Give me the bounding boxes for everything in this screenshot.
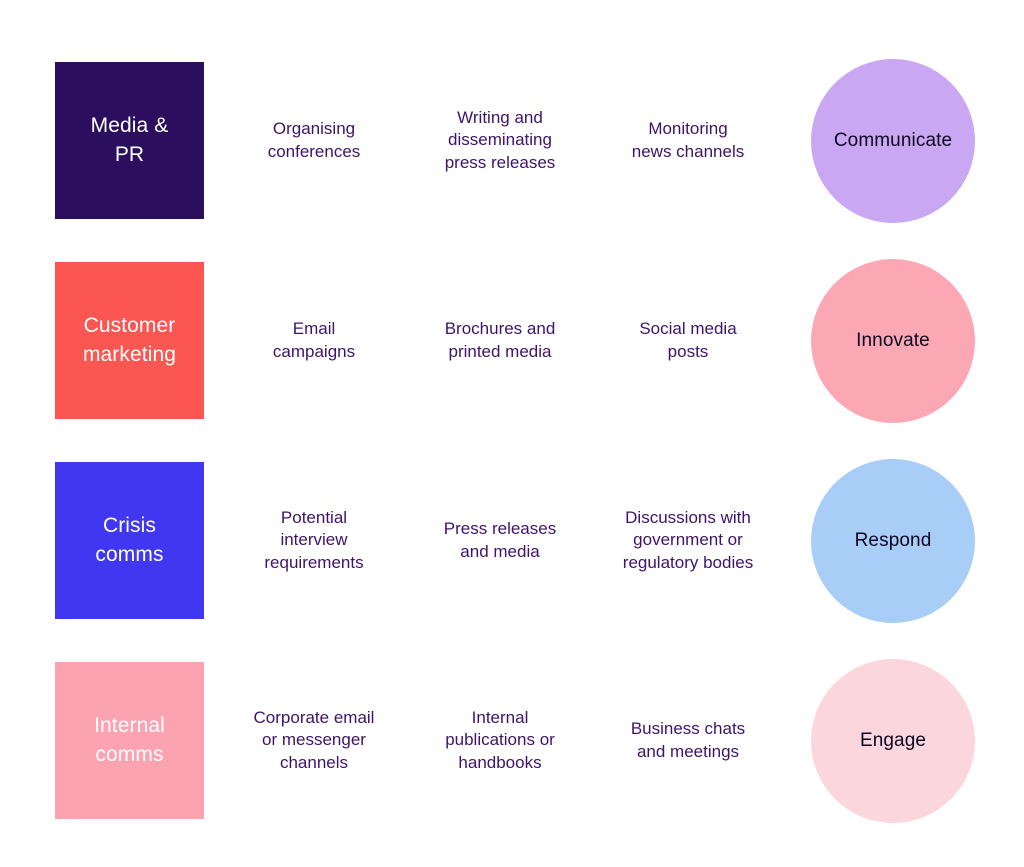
activity-cell: Organising conferences — [228, 62, 400, 219]
outcome-circle-engage[interactable]: Engage — [811, 659, 975, 823]
activity-cell-label: Monitoring news channels — [631, 118, 745, 161]
activity-cell-label: Business chats and meetings — [630, 718, 746, 761]
activity-cell-label: Brochures and printed media — [444, 318, 556, 361]
category-tile-label: Crisis comms — [95, 513, 164, 566]
outcome-circle-innovate[interactable]: Innovate — [811, 259, 975, 423]
category-tile-media-and-pr[interactable]: Media & PR — [55, 62, 204, 219]
activity-cell: Writing and disseminating press releases — [414, 62, 586, 219]
activity-cell: Monitoring news channels — [600, 62, 776, 219]
activity-cell: Corporate email or messenger channels — [228, 662, 400, 819]
outcome-circle-label: Engage — [859, 729, 927, 751]
activity-cell-label: Writing and disseminating press releases — [444, 107, 556, 172]
category-tile-label: Customer marketing — [82, 313, 177, 366]
activity-cell: Internal publications or handbooks — [414, 662, 586, 819]
activity-cell-label: Internal publications or handbooks — [445, 707, 555, 772]
outcome-circle-communicate[interactable]: Communicate — [811, 59, 975, 223]
matrix-row: Crisis comms Potential interview requirem… — [0, 459, 1024, 662]
outcome-circle-label: Communicate — [833, 129, 953, 151]
activity-cell-label: Discussions with government or regulator… — [622, 507, 754, 572]
outcome-circle-respond[interactable]: Respond — [811, 459, 975, 623]
outcome-circle-label: Innovate — [856, 329, 930, 351]
activity-cell-label: Corporate email or messenger channels — [253, 707, 375, 772]
activity-cell: Social media posts — [600, 262, 776, 419]
matrix-row: Media & PR Organising conferences Writing … — [0, 59, 1024, 262]
activity-cell: Brochures and printed media — [414, 262, 586, 419]
activity-cell-label: Social media posts — [639, 318, 737, 361]
category-tile-label: Internal comms — [94, 713, 165, 766]
category-tile-customer-marketing[interactable]: Customer marketing — [55, 262, 204, 419]
communications-matrix: Media & PR Organising conferences Writing … — [0, 0, 1024, 867]
activity-cell: Press releases and media — [414, 462, 586, 619]
category-tile-label: Media & PR — [90, 113, 169, 166]
activity-cell: Discussions with government or regulator… — [600, 462, 776, 619]
activity-cell-label: Email campaigns — [272, 318, 356, 361]
activity-cell-label: Press releases and media — [443, 518, 557, 561]
activity-cell: Email campaigns — [228, 262, 400, 419]
activity-cell: Business chats and meetings — [600, 662, 776, 819]
outcome-circle-label: Respond — [854, 529, 932, 551]
matrix-row: Internal comms Corporate email or messeng… — [0, 659, 1024, 862]
activity-cell-label: Organising conferences — [267, 118, 361, 161]
activity-cell-label: Potential interview requirements — [264, 507, 364, 572]
activity-cell: Potential interview requirements — [228, 462, 400, 619]
category-tile-crisis-comms[interactable]: Crisis comms — [55, 462, 204, 619]
matrix-row: Customer marketing Email campaigns Brochur… — [0, 259, 1024, 462]
category-tile-internal-comms[interactable]: Internal comms — [55, 662, 204, 819]
